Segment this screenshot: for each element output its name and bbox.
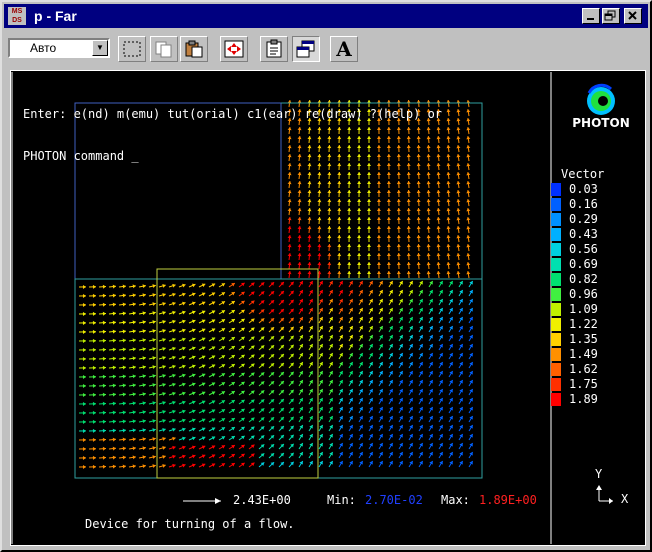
windows-button[interactable]	[292, 36, 320, 62]
maximize-button[interactable]	[602, 8, 620, 24]
legend-value: 1.22	[569, 317, 598, 331]
legend-value: 0.29	[569, 212, 598, 226]
legend-value: 1.09	[569, 302, 598, 316]
legend-entry: 0.16	[551, 198, 641, 211]
close-button[interactable]	[624, 8, 642, 24]
application-window: MS DS p - Far Авто ▼ A Enter: e(nd) m(em…	[0, 0, 652, 552]
legend-swatch	[551, 288, 561, 301]
legend-value: 1.75	[569, 377, 598, 391]
max-value: 1.89E+00	[479, 493, 537, 507]
legend-entry: 1.62	[551, 363, 641, 376]
legend-entry: 0.56	[551, 243, 641, 256]
legend-entry: 1.75	[551, 378, 641, 391]
font-button[interactable]: A	[330, 36, 358, 62]
app-icon-line2: DS	[12, 17, 22, 24]
copy-icon	[155, 41, 172, 58]
x-axis-label: X	[621, 492, 629, 506]
legend-value: 0.16	[569, 197, 598, 211]
legend-value: 0.69	[569, 257, 598, 271]
command-console[interactable]: Enter: e(nd) m(emu) tut(orial) c1(ear) r…	[23, 79, 442, 191]
legend-value: 1.89	[569, 392, 598, 406]
properties-icon	[266, 39, 282, 58]
legend-entry: 1.22	[551, 318, 641, 331]
legend-value: 1.62	[569, 362, 598, 376]
mode-select-value: Авто	[30, 41, 57, 55]
font-icon: A	[336, 37, 352, 61]
legend-entry: 1.49	[551, 348, 641, 361]
scale-arrow	[183, 498, 221, 504]
photon-logo-text: PHOTON	[572, 116, 630, 130]
select-button[interactable]	[118, 36, 146, 62]
copy-button[interactable]	[150, 36, 178, 62]
properties-button[interactable]	[260, 36, 288, 62]
msds-icon[interactable]: MS DS	[8, 7, 26, 25]
legend-swatch	[551, 393, 561, 406]
legend-entry: 0.29	[551, 213, 641, 226]
legend-entry: 0.82	[551, 273, 641, 286]
close-icon	[628, 11, 637, 20]
legend-value: 0.56	[569, 242, 598, 256]
legend-swatch	[551, 318, 561, 331]
legend-title: Vector	[561, 167, 605, 181]
min-value: 2.70E-02	[365, 493, 423, 507]
legend-value: 0.96	[569, 287, 598, 301]
legend-swatch	[551, 258, 561, 271]
paste-button[interactable]	[180, 36, 208, 62]
legend-value: 0.03	[569, 182, 598, 196]
legend-swatch	[551, 243, 561, 256]
minimize-button[interactable]	[582, 8, 600, 24]
chevron-down-icon[interactable]: ▼	[92, 40, 108, 56]
axis-indicator	[596, 485, 613, 504]
min-label: Min:	[327, 493, 356, 507]
legend-entry: 0.43	[551, 228, 641, 241]
mode-select[interactable]: Авто ▼	[8, 38, 110, 58]
windows-icon	[296, 40, 315, 58]
legend-swatch	[551, 378, 561, 391]
legend-value: 1.35	[569, 332, 598, 346]
paste-icon	[185, 40, 203, 58]
window-title: p - Far	[34, 8, 77, 24]
legend-swatch	[551, 363, 561, 376]
legend-swatch	[551, 213, 561, 226]
legend-swatch	[551, 228, 561, 241]
legend-entry: 0.96	[551, 288, 641, 301]
plot-caption: Device for turning of a flow.	[85, 517, 295, 531]
legend-swatch	[551, 303, 561, 316]
legend-entry: 1.09	[551, 303, 641, 316]
max-label: Max:	[441, 493, 470, 507]
legend-value: 1.49	[569, 347, 598, 361]
title-bar[interactable]: MS DS p - Far	[4, 4, 648, 28]
legend-entry: 1.89	[551, 393, 641, 406]
fit-window-icon	[224, 40, 244, 58]
legend-swatch	[551, 183, 561, 196]
console-prompt-line2: PHOTON command _	[23, 149, 139, 163]
restore-icon	[604, 10, 616, 21]
y-axis-label: Y	[595, 467, 603, 481]
app-icon-line1: MS	[11, 8, 23, 15]
legend-entry: 1.35	[551, 333, 641, 346]
toolbar: Авто ▼ A	[4, 30, 648, 66]
legend-entry: 0.03	[551, 183, 641, 196]
legend-value: 0.43	[569, 227, 598, 241]
legend-swatch	[551, 198, 561, 211]
select-dotted-icon	[123, 41, 141, 57]
legend-swatch	[551, 333, 561, 346]
scale-value: 2.43E+00	[233, 493, 291, 507]
legend-value: 0.82	[569, 272, 598, 286]
legend-swatch	[551, 273, 561, 286]
minimize-icon	[587, 18, 594, 20]
fit-window-button[interactable]	[220, 36, 248, 62]
photon-canvas[interactable]: Enter: e(nd) m(emu) tut(orial) c1(ear) r…	[10, 70, 646, 546]
console-prompt-line1: Enter: e(nd) m(emu) tut(orial) c1(ear) r…	[23, 107, 443, 121]
legend-swatch	[551, 348, 561, 361]
legend-entry: 0.69	[551, 258, 641, 271]
photon-logo	[587, 83, 615, 115]
